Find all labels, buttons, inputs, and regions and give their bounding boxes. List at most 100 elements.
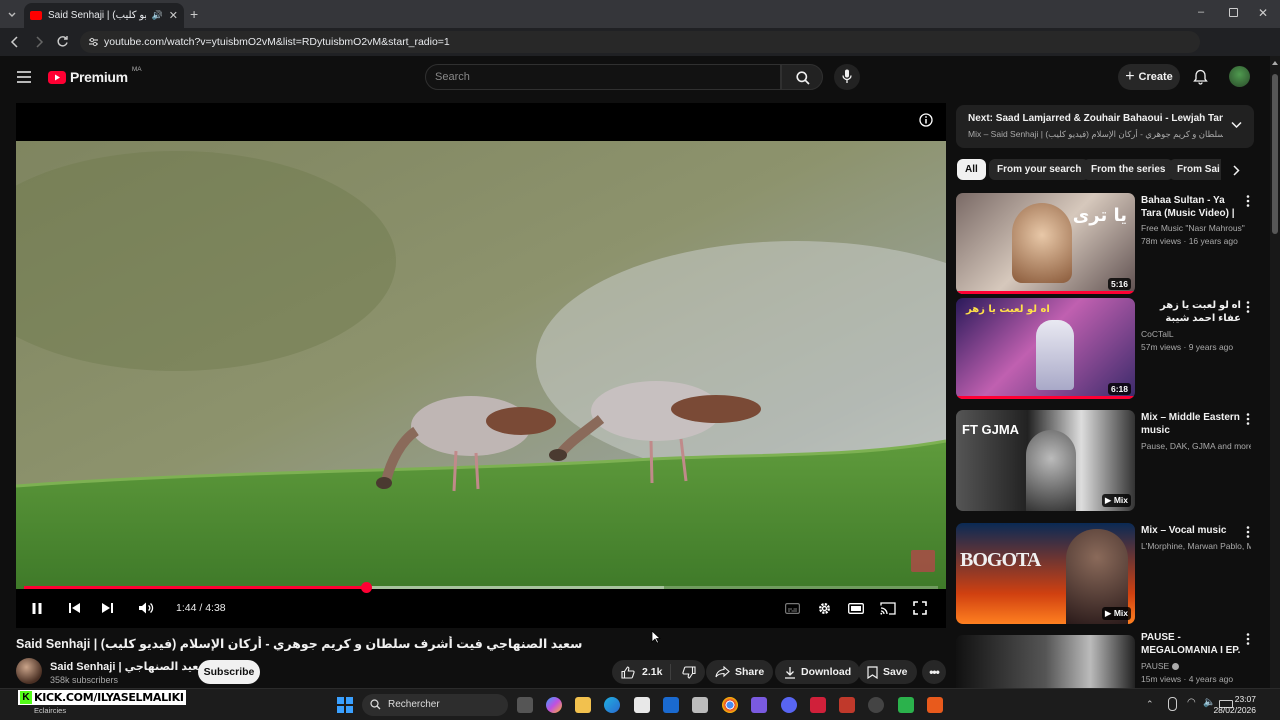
microsoft-store-icon[interactable] xyxy=(634,697,650,713)
taskbar-search[interactable]: Rechercher xyxy=(362,694,508,716)
chip-from-channel[interactable]: From Sai xyxy=(1169,159,1221,180)
outlook-icon[interactable] xyxy=(663,697,679,713)
related-title-3[interactable]: Mix – Middle Eastern music xyxy=(1141,411,1251,437)
related-channel-2[interactable]: CoCTalL xyxy=(1141,328,1251,340)
thumbnail-4[interactable]: BOGOTA ▶︎ Mix xyxy=(956,523,1135,624)
create-button[interactable]: + Create xyxy=(1118,64,1180,90)
related-channel-3[interactable]: Pause, DAK, GJMA and more xyxy=(1141,440,1251,452)
wifi-icon[interactable]: ◠ xyxy=(1187,697,1196,708)
search-input[interactable]: Search xyxy=(425,64,781,90)
tray-chevron-icon[interactable]: ⌃ xyxy=(1146,699,1154,710)
channel-avatar[interactable] xyxy=(16,658,42,684)
tab-close-icon[interactable]: ✕ xyxy=(169,9,178,22)
clock-date: 28/02/2026 xyxy=(1213,705,1256,715)
chip-from-the-series[interactable]: From the series xyxy=(1083,159,1174,180)
tab-list-icon[interactable] xyxy=(6,8,18,20)
progress-bar[interactable] xyxy=(24,582,938,593)
thumbnail-1[interactable]: يا ترى 5:16 xyxy=(956,193,1135,294)
window-close-icon[interactable]: ✕ xyxy=(1258,6,1268,20)
play-app-icon[interactable] xyxy=(898,697,914,713)
download-button[interactable]: Download xyxy=(775,660,861,684)
notifications-bell-icon[interactable] xyxy=(1193,69,1208,85)
related-title-1[interactable]: Bahaa Sultan - Ya Tara (Music Video) | ب… xyxy=(1141,194,1241,220)
microphone-icon xyxy=(842,69,852,83)
app-icon[interactable] xyxy=(692,697,708,713)
like-button[interactable]: 2.1k xyxy=(621,664,672,680)
site-info-icon[interactable] xyxy=(88,37,99,47)
watched-bar xyxy=(956,396,1135,399)
copilot-icon[interactable] xyxy=(546,697,562,713)
dislike-button[interactable] xyxy=(676,665,696,679)
related-title-5[interactable]: PAUSE - MEGALOMANIA I EP. ... xyxy=(1141,631,1241,657)
media-app-icon[interactable] xyxy=(839,697,855,713)
search-button[interactable] xyxy=(781,64,823,90)
new-tab-icon[interactable]: + xyxy=(190,6,198,22)
channel-watermark[interactable] xyxy=(911,550,935,572)
more-vert-icon[interactable] xyxy=(1244,632,1252,646)
voice-search-button[interactable] xyxy=(834,64,860,90)
account-avatar[interactable] xyxy=(1229,66,1250,87)
previous-button[interactable] xyxy=(63,597,85,619)
fullscreen-button[interactable] xyxy=(909,597,931,619)
more-vert-icon[interactable] xyxy=(1244,300,1252,314)
maximize-icon[interactable] xyxy=(1229,8,1238,17)
more-vert-icon[interactable] xyxy=(1244,412,1252,426)
microphone-tray-icon[interactable] xyxy=(1168,697,1177,711)
windows-start-icon[interactable] xyxy=(337,697,353,713)
scroll-up-arrow-icon[interactable] xyxy=(1272,61,1278,65)
expand-chevron-icon[interactable] xyxy=(1231,121,1242,129)
share-button[interactable]: Share xyxy=(706,660,774,684)
thumbnail-1-text: يا ترى xyxy=(1072,205,1127,226)
video-player[interactable]: 1:44 / 4:38 xyxy=(16,103,946,628)
save-button[interactable]: Save xyxy=(858,660,917,684)
chrome-icon[interactable] xyxy=(722,697,738,713)
related-title-4[interactable]: Mix – Vocal music xyxy=(1141,524,1251,537)
youtube-logo[interactable]: Premium MA xyxy=(48,66,142,85)
theater-mode-button[interactable] xyxy=(845,597,867,619)
chip-from-your-search[interactable]: From your search xyxy=(989,159,1090,180)
minimize-icon[interactable]: – xyxy=(1198,6,1204,18)
gamepad-icon[interactable] xyxy=(751,697,767,713)
pause-button[interactable] xyxy=(26,597,48,619)
scrubber-handle[interactable] xyxy=(360,582,372,593)
obs-icon[interactable] xyxy=(868,697,884,713)
chips-scroll-right-button[interactable] xyxy=(1222,157,1252,182)
info-icon[interactable] xyxy=(919,113,933,127)
forward-icon[interactable] xyxy=(33,35,45,49)
weather-label[interactable]: Eclaircies xyxy=(34,706,66,715)
chip-all[interactable]: All xyxy=(957,159,986,180)
task-view-icon[interactable] xyxy=(517,697,533,713)
discord-icon[interactable] xyxy=(781,697,797,713)
settings-button[interactable] xyxy=(813,597,835,619)
subtitles-button[interactable] xyxy=(781,597,803,619)
cast-button[interactable] xyxy=(877,597,899,619)
guide-menu-icon[interactable] xyxy=(17,71,31,83)
more-vert-icon[interactable] xyxy=(1244,194,1252,208)
address-bar[interactable]: youtube.com/watch?v=ytuisbmO2vM&list=RDy… xyxy=(80,31,1200,53)
page-scrollbar[interactable] xyxy=(1270,56,1280,688)
related-channel-4[interactable]: L'Morphine, Marwan Pablo, M... xyxy=(1141,540,1251,552)
related-channel-5[interactable]: PAUSE xyxy=(1141,660,1251,672)
more-vert-icon[interactable] xyxy=(1244,525,1252,539)
mix-icon: ▶︎ xyxy=(1104,608,1114,618)
subscribe-button[interactable]: Subscribe xyxy=(198,660,260,684)
related-channel-1[interactable]: Free Music "Nasr Mahrous" xyxy=(1141,222,1251,234)
playlist-next-panel[interactable]: Next: Saad Lamjarred & Zouhair Bahaoui -… xyxy=(956,105,1254,148)
back-icon[interactable] xyxy=(9,35,21,49)
thumbnail-5[interactable] xyxy=(956,635,1135,688)
acrobat-icon[interactable] xyxy=(810,697,826,713)
related-title-2[interactable]: اه لو لعبت يا زهر عفاء احمد شيبة والراقص… xyxy=(1141,299,1241,325)
thumbnail-2[interactable]: اه لو لعبت يا زهر 6:18 xyxy=(956,298,1135,399)
edge-browser-icon[interactable] xyxy=(604,697,620,713)
scrollbar-thumb[interactable] xyxy=(1272,74,1278,234)
audio-playing-icon[interactable]: 🔊 xyxy=(152,10,163,21)
system-clock[interactable]: 23:07 28/02/2026 xyxy=(1213,694,1256,716)
file-explorer-icon[interactable] xyxy=(575,697,591,713)
active-app-icon[interactable] xyxy=(927,697,943,713)
browser-tab[interactable]: Said Senhaji | (فيديو كليب) ز... 🔊 ✕ xyxy=(24,3,184,28)
volume-button[interactable] xyxy=(135,597,157,619)
reload-icon[interactable] xyxy=(56,35,69,48)
thumbnail-3[interactable]: FT GJMA ▶︎ Mix xyxy=(956,410,1135,511)
more-actions-button[interactable]: ••• xyxy=(922,660,946,684)
next-button[interactable] xyxy=(96,597,118,619)
